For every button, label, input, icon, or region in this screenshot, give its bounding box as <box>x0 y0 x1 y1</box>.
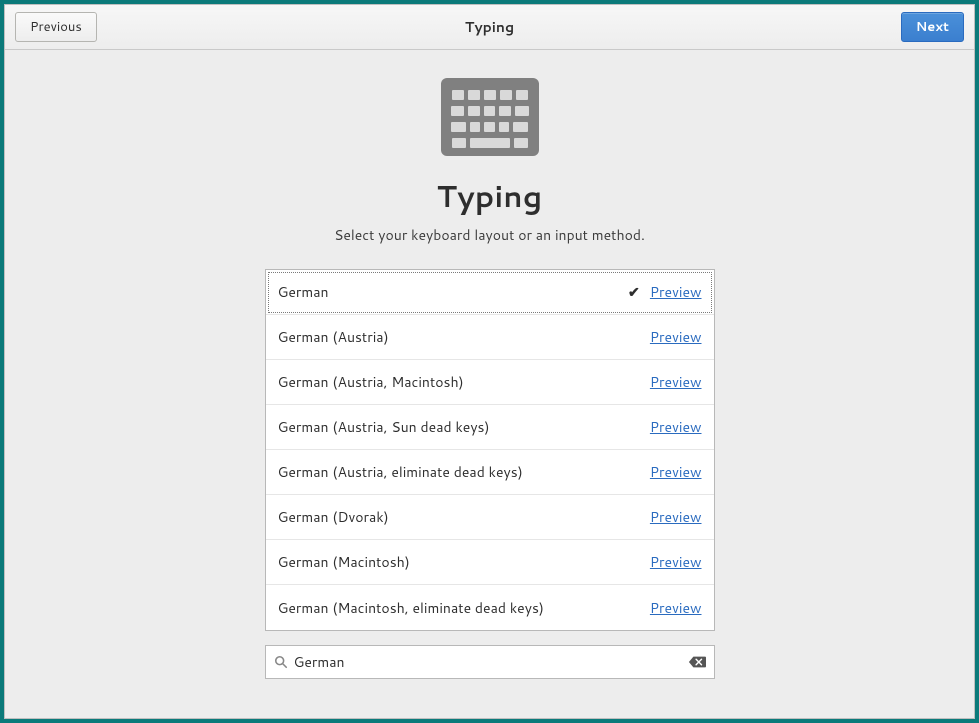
search-icon <box>274 655 288 669</box>
preview-link[interactable]: Preview <box>650 327 702 347</box>
preview-link[interactable]: Preview <box>650 552 702 572</box>
search-field[interactable] <box>265 645 715 679</box>
layout-row[interactable]: German (Macintosh, eliminate dead keys)P… <box>266 585 714 630</box>
next-button[interactable]: Next <box>901 12 964 42</box>
preview-link[interactable]: Preview <box>650 507 702 527</box>
window-title: Typing <box>5 17 974 37</box>
layout-row[interactable]: German (Macintosh)Preview <box>266 540 714 585</box>
preview-link[interactable]: Preview <box>650 372 702 392</box>
layout-row[interactable]: German (Austria, eliminate dead keys)Pre… <box>266 450 714 495</box>
keyboard-icon <box>441 78 539 156</box>
layout-label: German (Macintosh) <box>278 552 650 572</box>
layout-label: German (Macintosh, eliminate dead keys) <box>278 598 650 618</box>
layout-label: German (Dvorak) <box>278 507 650 527</box>
layout-label: German (Austria, Macintosh) <box>278 372 650 392</box>
page-heading: Typing <box>437 174 543 217</box>
clear-icon[interactable] <box>688 655 706 669</box>
preview-link[interactable]: Preview <box>650 417 702 437</box>
page-subheading: Select your keyboard layout or an input … <box>334 225 645 245</box>
previous-button[interactable]: Previous <box>15 12 97 42</box>
preview-link[interactable]: Preview <box>650 462 702 482</box>
layout-label: German <box>278 282 626 302</box>
layout-list: German✔PreviewGerman (Austria)PreviewGer… <box>265 269 715 631</box>
preview-link[interactable]: Preview <box>650 282 702 302</box>
layout-label: German (Austria) <box>278 327 650 347</box>
content-area: Typing Select your keyboard layout or an… <box>5 50 974 718</box>
preview-link[interactable]: Preview <box>650 598 702 618</box>
search-input[interactable] <box>294 652 682 672</box>
layout-row[interactable]: German (Austria, Macintosh)Preview <box>266 360 714 405</box>
layout-row[interactable]: German (Austria)Preview <box>266 315 714 360</box>
layout-row[interactable]: German (Dvorak)Preview <box>266 495 714 540</box>
layout-row[interactable]: German✔ Preview <box>266 270 714 315</box>
layout-row[interactable]: German (Austria, Sun dead keys)Preview <box>266 405 714 450</box>
check-icon: ✔ <box>626 282 642 302</box>
layout-label: German (Austria, eliminate dead keys) <box>278 462 650 482</box>
layout-label: German (Austria, Sun dead keys) <box>278 417 650 437</box>
window: Previous Typing Next Typing Select your … <box>4 4 975 719</box>
titlebar: Previous Typing Next <box>5 5 974 50</box>
